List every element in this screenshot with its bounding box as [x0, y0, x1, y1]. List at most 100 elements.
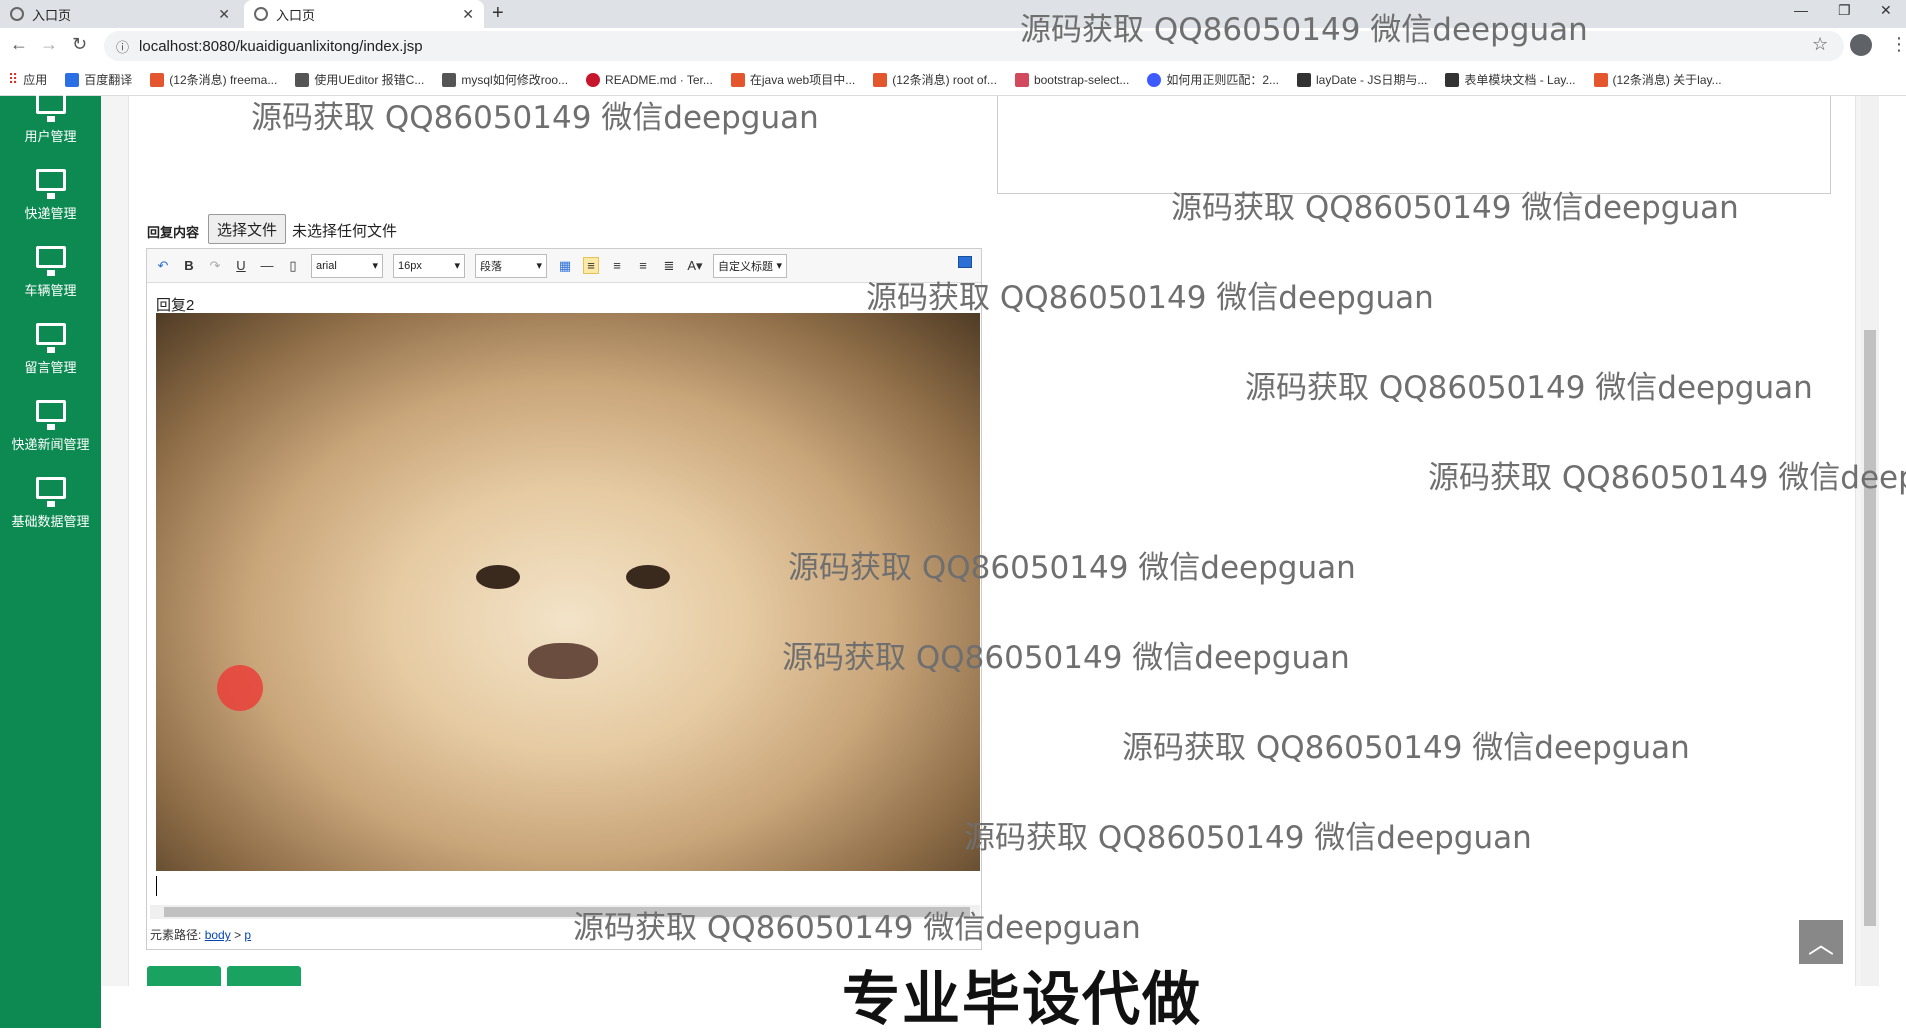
window-close-icon[interactable]: ✕	[1880, 2, 1892, 19]
bookmark-item[interactable]: layDate - JS日期与...	[1297, 71, 1427, 88]
minimize-icon[interactable]: —	[1794, 2, 1808, 18]
watermark: 源码获取 QQ86050149 微信deepguan	[1020, 12, 1588, 48]
restore-icon[interactable]: ❐	[1838, 2, 1851, 19]
bookmark-label: 如何用正则匹配：2...	[1166, 73, 1280, 87]
back-to-top-button[interactable]: ︿	[1799, 920, 1843, 964]
custom-title-select[interactable]: 自定义标题 ▾	[713, 253, 787, 278]
bookmark-item[interactable]: 表单模块文档 - Lay...	[1445, 71, 1576, 88]
reply-content-label: 回复内容	[147, 225, 200, 240]
bookmark-item[interactable]: mysql如何修改roo...	[442, 71, 568, 88]
dropdown-arrow-icon: ▾	[454, 260, 460, 272]
align-right-icon[interactable]: ≡	[609, 258, 625, 273]
profile-avatar[interactable]	[1850, 34, 1872, 56]
choose-file-button[interactable]: 选择文件	[208, 214, 286, 244]
bookmark-item[interactable]: 在java web项目中...	[730, 71, 855, 88]
page-scrollbar-thumb[interactable]	[1864, 330, 1876, 926]
sidebar-item-label: 留言管理	[24, 360, 77, 375]
monitor-icon	[35, 246, 66, 276]
undo-icon[interactable]: ↶	[155, 258, 171, 274]
back-icon[interactable]: ←	[10, 34, 28, 55]
close-icon[interactable]: ✕	[462, 6, 474, 23]
monitor-icon	[35, 400, 66, 430]
font-size-value: 16px	[398, 259, 422, 272]
align-center-icon[interactable]: ≡	[635, 258, 651, 273]
watermark: 源码获取 QQ86050149 微信deepguan	[251, 100, 819, 136]
sidebar-item-users[interactable]: 用户管理	[0, 92, 101, 168]
bookmark-item[interactable]: (12条消息) root of...	[873, 71, 997, 88]
reload-icon[interactable]: ↻	[72, 34, 87, 55]
csdn-icon	[150, 72, 165, 87]
table-icon[interactable]: ▦	[557, 258, 573, 274]
bookmark-label: 使用UEditor 报错C...	[314, 73, 425, 87]
page-icon[interactable]: ▯	[285, 258, 301, 274]
watermark: 源码获取 QQ86050149 微信deepguan	[1122, 730, 1690, 766]
dropdown-arrow-icon: ▾	[536, 260, 542, 272]
star-icon[interactable]: ☆	[1812, 34, 1828, 55]
site-icon	[295, 72, 310, 87]
tab-title: 入口页	[32, 7, 72, 23]
horizontal-rule-icon[interactable]: —	[259, 258, 275, 273]
sidebar-item-label: 车辆管理	[24, 283, 77, 298]
mouse-cursor-highlight	[217, 665, 263, 711]
watermark: 源码获取 QQ86050149 微信deepguan	[1171, 190, 1739, 226]
align-left-icon[interactable]: ≡	[583, 257, 599, 274]
url-text: localhost:8080/kuaidiguanlixitong/index.…	[139, 37, 423, 55]
monitor-icon	[35, 477, 66, 507]
sidebar-item-express[interactable]: 快递管理	[0, 169, 101, 245]
watermark: 源码获取 QQ86050149 微信deepg	[1428, 460, 1906, 496]
bookmark-item[interactable]: 使用UEditor 报错C...	[295, 71, 424, 88]
text-caret	[156, 876, 157, 896]
sidebar-item-messages[interactable]: 留言管理	[0, 323, 101, 399]
tab-2[interactable]: 入口页 ✕	[244, 0, 484, 28]
dropdown-arrow-icon: ▾	[776, 260, 782, 272]
csdn-icon	[873, 72, 888, 87]
underline-icon[interactable]: U	[233, 258, 249, 273]
align-justify-icon[interactable]: ≣	[661, 258, 677, 274]
bookmark-item[interactable]: 百度翻译	[65, 71, 132, 88]
element-path: 元素路径: body > p	[150, 926, 251, 943]
font-color-icon[interactable]: A▾	[687, 258, 703, 274]
sidebar-item-vehicles[interactable]: 车辆管理	[0, 246, 101, 322]
close-icon[interactable]: ✕	[218, 6, 230, 23]
bookmark-item[interactable]: 如何用正则匹配：2...	[1147, 71, 1279, 88]
bookmark-apps[interactable]: ⠿ 应用	[8, 71, 47, 88]
paragraph-select[interactable]: 段落 ▾	[475, 253, 547, 278]
bookmark-item[interactable]: (12条消息) 关于lay...	[1593, 71, 1722, 88]
puppy-eye	[476, 565, 520, 589]
info-icon: ⓘ	[116, 39, 130, 55]
editor-text[interactable]: 回复2	[156, 294, 194, 315]
bookmark-label: (12条消息) freema...	[169, 73, 278, 87]
text-area-box[interactable]	[997, 96, 1831, 194]
watermark: 源码获取 QQ86050149 微信deepguan	[866, 280, 1434, 316]
watermark: 源码获取 QQ86050149 微信deepguan	[1245, 370, 1813, 406]
bookmark-item[interactable]: (12条消息) freema...	[150, 71, 277, 88]
path-p-link[interactable]: p	[244, 928, 251, 942]
fullscreen-icon[interactable]	[958, 256, 972, 268]
forward-icon[interactable]: →	[40, 34, 58, 55]
dropdown-arrow-icon: ▾	[372, 260, 378, 272]
paragraph-value: 段落	[480, 260, 502, 273]
path-body-link[interactable]: body	[205, 928, 231, 942]
bookmark-label: bootstrap-select...	[1033, 72, 1130, 87]
menu-icon[interactable]: ⋮	[1890, 34, 1906, 55]
promo-banner-text: 专业毕设代做	[842, 967, 1203, 1032]
bookmark-item[interactable]: bootstrap-select...	[1014, 72, 1130, 87]
new-tab-button[interactable]: +	[492, 2, 504, 25]
monitor-icon	[35, 323, 66, 353]
redo-icon[interactable]: ↷	[207, 258, 223, 274]
font-size-select[interactable]: 16px ▾	[393, 253, 465, 278]
bookmark-item[interactable]: README.md · Ter...	[586, 72, 713, 87]
sidebar-item-news[interactable]: 快递新闻管理	[0, 400, 101, 476]
bookmark-label: (12条消息) 关于lay...	[1612, 73, 1722, 87]
csdn-icon	[1593, 72, 1608, 87]
tab-title: 入口页	[276, 7, 316, 23]
bold-icon[interactable]: B	[181, 258, 197, 273]
font-family-select[interactable]: arial ▾	[311, 253, 383, 278]
gitee-icon	[586, 72, 601, 87]
globe-icon	[10, 7, 24, 21]
bookmark-label: 表单模块文档 - Lay...	[1464, 73, 1576, 87]
sidebar-item-base-data[interactable]: 基础数据管理	[0, 477, 101, 553]
tab-1[interactable]: 入口页 ✕	[0, 0, 240, 28]
sidebar-item-label: 快递管理	[24, 206, 77, 221]
apps-grid-icon: ⠿	[8, 71, 19, 87]
